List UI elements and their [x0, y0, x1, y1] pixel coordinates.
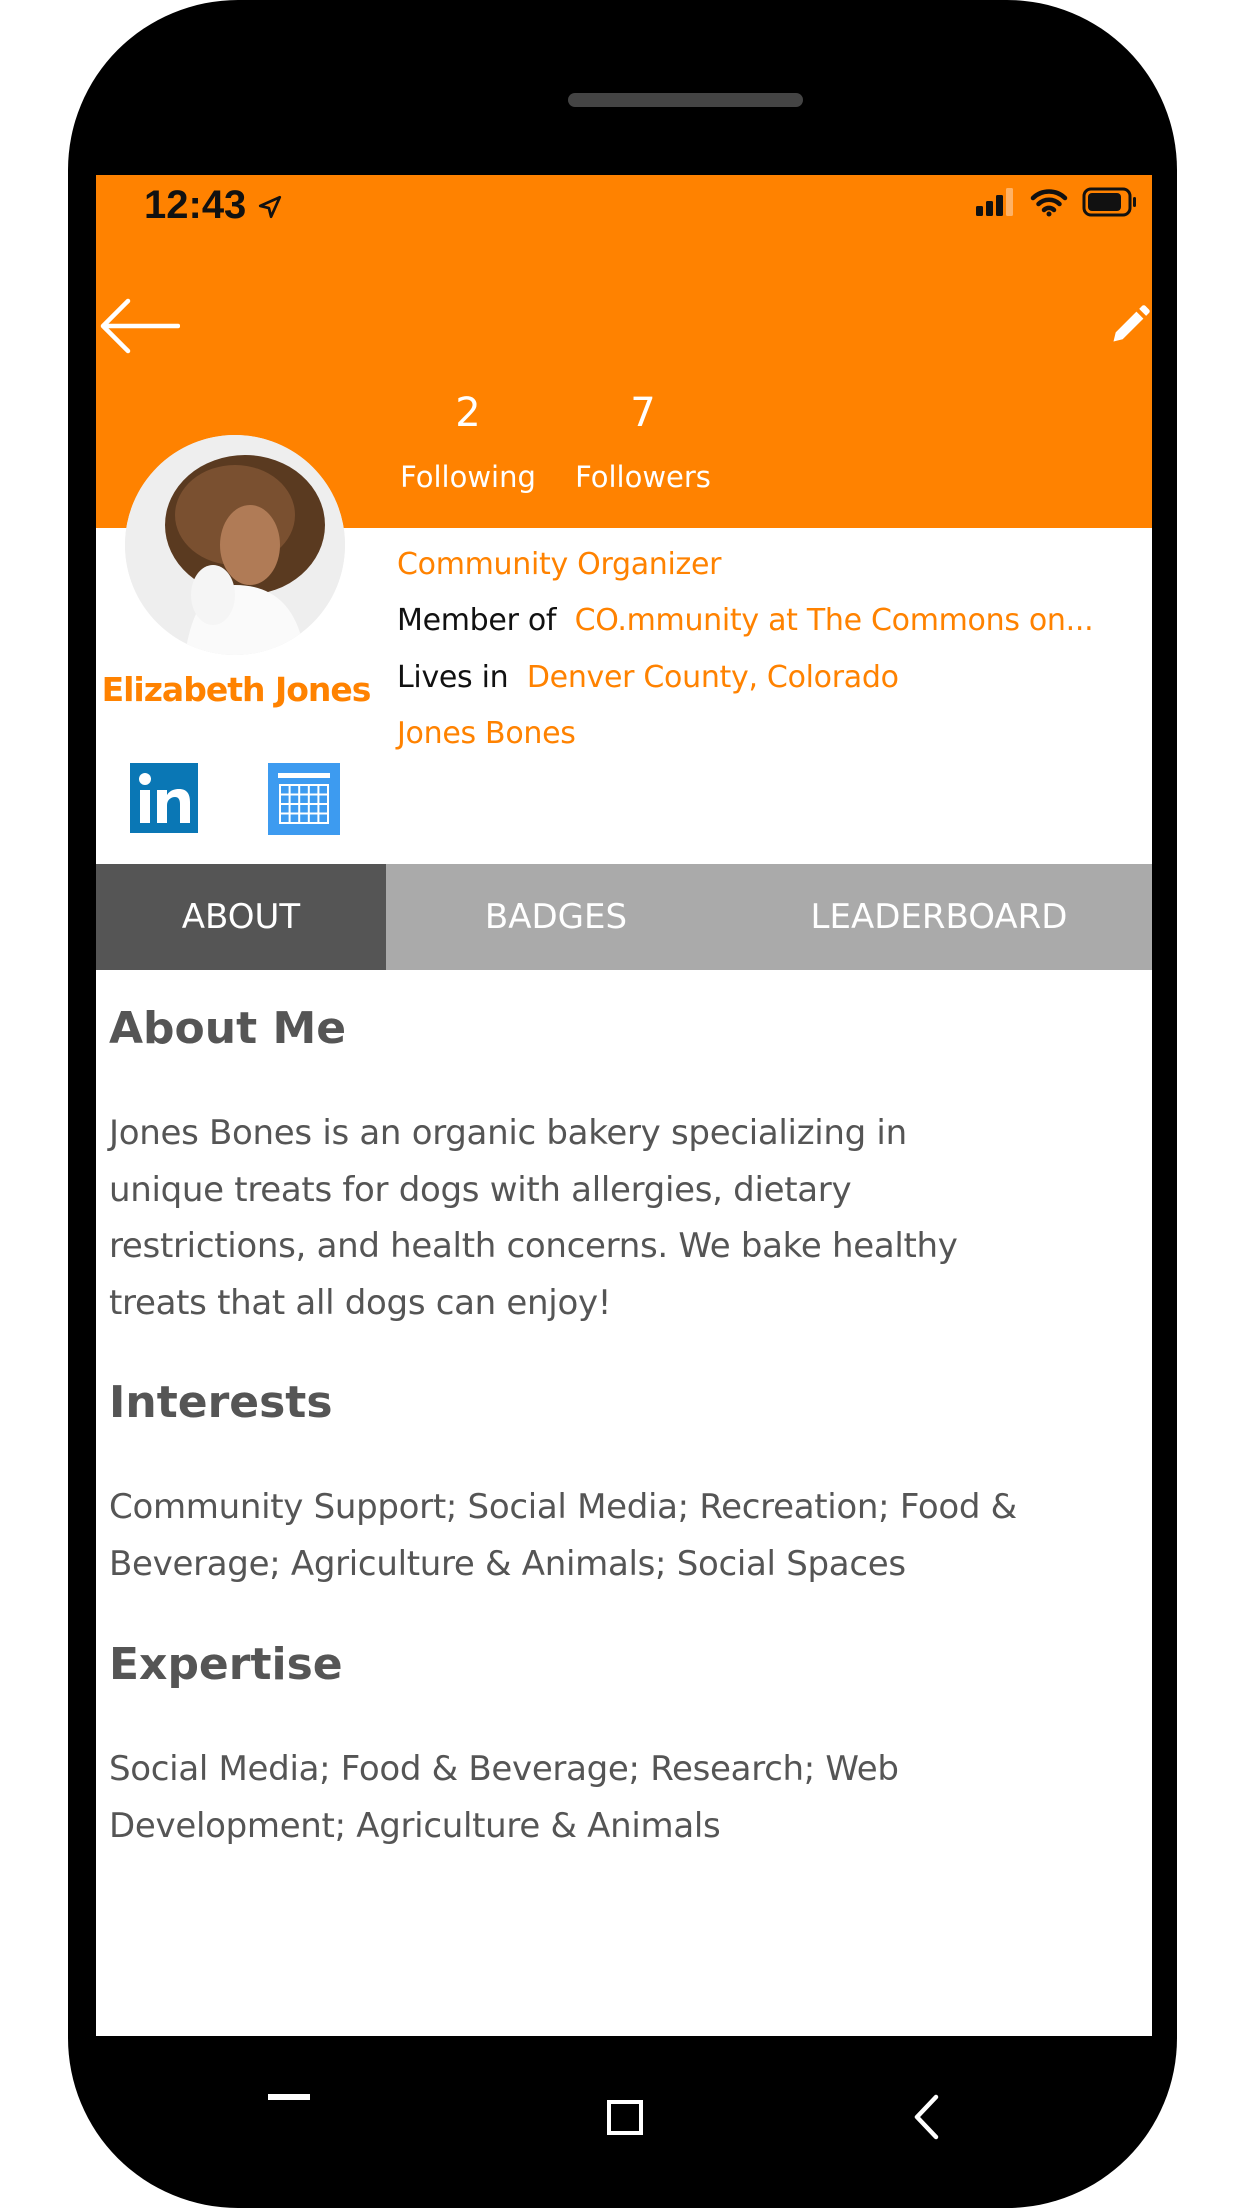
signal-icon	[976, 188, 1013, 216]
expertise-line: Development; Agriculture & Animals	[109, 1805, 721, 1846]
tab-leaderboard[interactable]: LEADERBOARD	[726, 864, 1152, 970]
about-line: unique treats for dogs with allergies, d…	[109, 1169, 852, 1210]
location-arrow-icon	[259, 195, 282, 219]
home-button[interactable]	[607, 2100, 643, 2135]
calendar-icon[interactable]	[268, 763, 340, 835]
linkedin-icon[interactable]	[130, 763, 198, 833]
wifi-icon	[1030, 189, 1068, 217]
following-label[interactable]: Following	[368, 460, 568, 494]
about-line: Jones Bones is an organic bakery special…	[109, 1113, 907, 1153]
pencil-icon[interactable]	[1108, 302, 1152, 348]
interests-line: Community Support; Social Media; Recreat…	[109, 1487, 1017, 1527]
profile-tabs: ABOUT BADGES LEADERBOARD	[96, 864, 1152, 970]
time-text: 12:43	[144, 183, 247, 227]
company-link[interactable]: Jones Bones	[397, 716, 576, 751]
expertise-text: Social Media; Food & Beverage; Research;…	[109, 1741, 1149, 1854]
tab-badges[interactable]: BADGES	[386, 864, 726, 970]
status-icons	[976, 187, 1138, 217]
lives-in-row: Lives in Denver County, Colorado	[397, 660, 899, 695]
tab-about[interactable]: ABOUT	[96, 864, 386, 970]
interests-line: Beverage; Agriculture & Animals; Social …	[109, 1543, 906, 1584]
following-count[interactable]: 2	[368, 390, 568, 436]
screen: 12:43 2 Following 7 Followers Elizabeth …	[96, 175, 1152, 2036]
member-prefix: Member of	[397, 603, 557, 638]
followers-count[interactable]: 7	[543, 390, 743, 436]
about-line: treats that all dogs can enjoy!	[109, 1282, 612, 1323]
recent-apps-button[interactable]	[268, 2094, 310, 2100]
back-nav-icon[interactable]	[912, 2094, 942, 2140]
profile-role: Community Organizer	[397, 547, 722, 582]
arrow-left-icon[interactable]	[100, 298, 180, 354]
status-time: 12:43	[144, 183, 283, 228]
lives-prefix: Lives in	[397, 660, 509, 695]
avatar	[125, 435, 345, 655]
about-text: Jones Bones is an organic bakery special…	[109, 1105, 1149, 1331]
profile-name: Elizabeth Jones	[101, 670, 372, 709]
followers-label[interactable]: Followers	[543, 460, 743, 494]
expertise-heading: Expertise	[109, 1639, 343, 1690]
interests-text: Community Support; Social Media; Recreat…	[109, 1479, 1149, 1592]
expertise-line: Social Media; Food & Beverage; Research;…	[109, 1749, 899, 1789]
about-line: restrictions, and health concerns. We ba…	[109, 1226, 958, 1266]
lives-in-link[interactable]: Denver County, Colorado	[527, 660, 899, 695]
about-heading: About Me	[109, 1003, 347, 1054]
member-of-row: Member of CO.mmunity at The Commons on..…	[397, 603, 1094, 638]
member-of-link[interactable]: CO.mmunity at The Commons on...	[575, 603, 1094, 638]
speaker	[568, 93, 803, 107]
battery-icon	[1082, 187, 1136, 217]
interests-heading: Interests	[109, 1377, 333, 1428]
